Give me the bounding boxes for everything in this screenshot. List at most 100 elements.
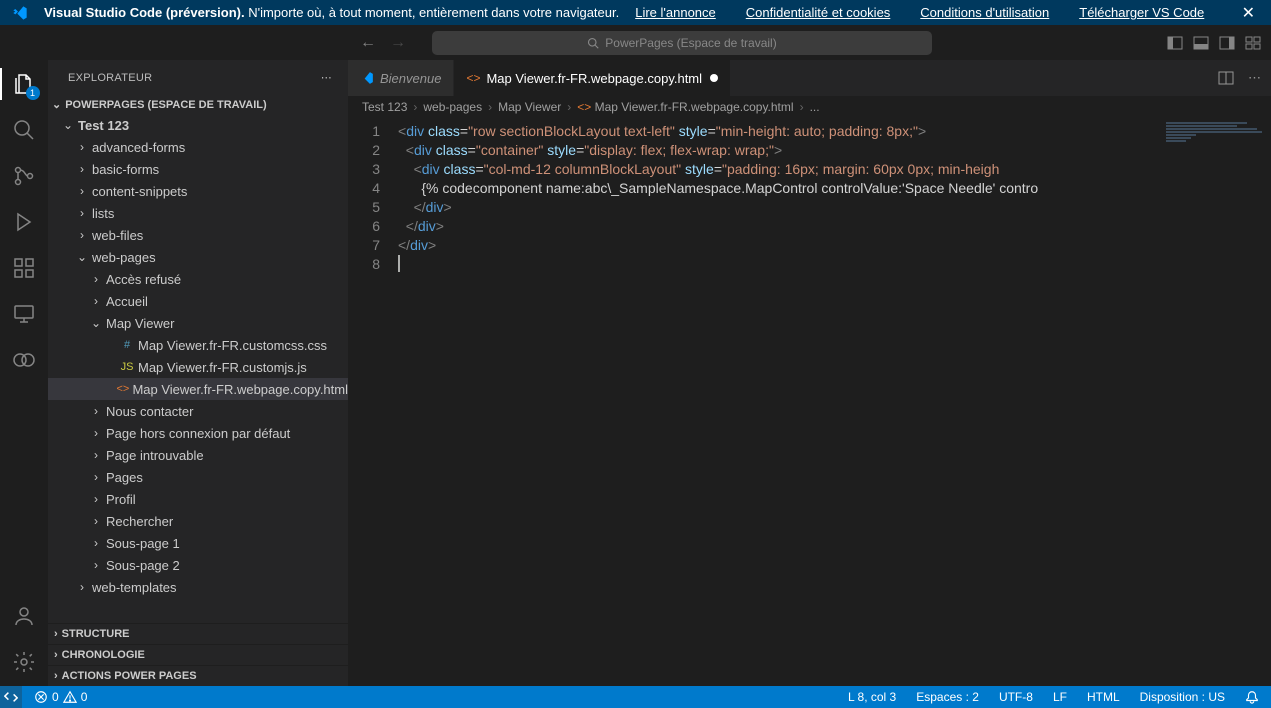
folder-item[interactable]: ›advanced-forms — [48, 136, 348, 158]
folder-item[interactable]: ›lists — [48, 202, 348, 224]
breadcrumb[interactable]: Test 123›web-pages›Map Viewer›<> Map Vie… — [348, 96, 1271, 118]
folder-item[interactable]: ⌄web-pages — [48, 246, 348, 268]
folder-item[interactable]: ›content-snippets — [48, 180, 348, 202]
tree-item-label: Page hors connexion par défaut — [104, 426, 290, 441]
nav-arrows: ← → — [360, 34, 406, 52]
nav-forward-icon[interactable]: → — [390, 34, 406, 52]
layout-sidebar-left-icon[interactable] — [1167, 35, 1183, 51]
breadcrumb-item[interactable]: <> Map Viewer.fr-FR.webpage.copy.html — [577, 100, 793, 114]
file-item[interactable]: #Map Viewer.fr-FR.customcss.css — [48, 334, 348, 356]
sidebar-section-header[interactable]: ›CHRONOLOGIE — [48, 644, 348, 665]
file-item[interactable]: JSMap Viewer.fr-FR.customjs.js — [48, 356, 348, 378]
tree-item-label: web-pages — [90, 250, 156, 265]
chevron-right-icon: › — [88, 426, 104, 440]
line-gutter: 12345678 — [348, 118, 398, 686]
breadcrumb-item[interactable]: ... — [810, 100, 820, 114]
folder-item[interactable]: ›web-templates — [48, 576, 348, 598]
tree-item-label: lists — [90, 206, 114, 221]
html-file-icon: <> — [466, 71, 480, 85]
layout-customize-icon[interactable] — [1245, 35, 1261, 51]
chevron-right-icon: › — [74, 162, 90, 176]
activity-explorer-icon[interactable]: 1 — [10, 70, 38, 98]
sidebar-more-icon[interactable]: ⋯ — [321, 71, 332, 84]
editor-more-icon[interactable]: ⋯ — [1248, 70, 1261, 86]
breadcrumb-item[interactable]: web-pages — [423, 100, 482, 114]
folder-item[interactable]: ›Nous contacter — [48, 400, 348, 422]
status-notifications-icon[interactable] — [1241, 690, 1263, 704]
chevron-right-icon: › — [74, 184, 90, 198]
sidebar-section-header[interactable]: ›ACTIONS POWER PAGES — [48, 665, 348, 686]
search-icon — [587, 37, 599, 49]
folder-item[interactable]: ›Accès refusé — [48, 268, 348, 290]
activity-search-icon[interactable] — [10, 116, 38, 144]
status-problems[interactable]: 0 0 — [30, 690, 91, 704]
code-lines[interactable]: <div class="row sectionBlockLayout text-… — [398, 118, 1161, 686]
chevron-right-icon: › — [88, 514, 104, 528]
activity-settings-icon[interactable] — [10, 648, 38, 676]
activity-account-icon[interactable] — [10, 602, 38, 630]
breadcrumb-item[interactable]: Map Viewer — [498, 100, 561, 114]
activity-powerpages-icon[interactable] — [10, 346, 38, 374]
banner-close-icon[interactable]: ✕ — [1238, 3, 1259, 23]
chevron-right-icon: › — [88, 272, 104, 286]
chevron-right-icon: › — [54, 649, 58, 661]
folder-item[interactable]: ›web-files — [48, 224, 348, 246]
file-item[interactable]: <>Map Viewer.fr-FR.webpage.copy.html — [48, 378, 348, 400]
banner-link[interactable]: Confidentialité et cookies — [746, 5, 891, 20]
minimap[interactable] — [1161, 118, 1271, 686]
status-eol[interactable]: LF — [1049, 690, 1071, 704]
folder-item[interactable]: ›Pages — [48, 466, 348, 488]
folder-item[interactable]: ›Rechercher — [48, 510, 348, 532]
status-keyboard-layout[interactable]: Disposition : US — [1136, 690, 1229, 704]
status-remote-icon[interactable] — [0, 686, 22, 708]
workspace-section-header[interactable]: ⌄ POWERPAGES (ESPACE DE TRAVAIL) — [48, 95, 348, 114]
layout-sidebar-right-icon[interactable] — [1219, 35, 1235, 51]
editor-tab[interactable]: <>Map Viewer.fr-FR.webpage.copy.html — [454, 60, 731, 96]
activity-extensions-icon[interactable] — [10, 254, 38, 282]
folder-item[interactable]: ›Sous-page 1 — [48, 532, 348, 554]
layout-panel-icon[interactable] — [1193, 35, 1209, 51]
tree-item-label: Map Viewer — [104, 316, 174, 331]
folder-item[interactable]: ›basic-forms — [48, 158, 348, 180]
tab-actions: ⋯ — [1208, 60, 1271, 96]
activity-debug-icon[interactable] — [10, 208, 38, 236]
banner-link[interactable]: Conditions d'utilisation — [920, 5, 1049, 20]
status-indent[interactable]: Espaces : 2 — [912, 690, 983, 704]
banner-link[interactable]: Télécharger VS Code — [1079, 5, 1204, 20]
vscode-icon — [360, 71, 374, 85]
chevron-right-icon: › — [74, 580, 90, 594]
tree-item-label: Accès refusé — [104, 272, 181, 287]
folder-item[interactable]: ›Profil — [48, 488, 348, 510]
banner-link[interactable]: Lire l'annonce — [635, 5, 716, 20]
split-editor-icon[interactable] — [1218, 70, 1234, 86]
breadcrumb-item[interactable]: Test 123 — [362, 100, 407, 114]
tree-item-label: Map Viewer.fr-FR.webpage.copy.html — [130, 382, 348, 397]
banner-links: Lire l'annonce Confidentialité et cookies… — [635, 5, 1204, 20]
activity-remote-explorer-icon[interactable] — [10, 300, 38, 328]
status-language[interactable]: HTML — [1083, 690, 1124, 704]
file-tree: ⌄Test 123›advanced-forms›basic-forms›con… — [48, 114, 348, 623]
code-editor[interactable]: 12345678 <div class="row sectionBlockLay… — [348, 118, 1271, 686]
sidebar-section-header[interactable]: ›STRUCTURE — [48, 623, 348, 644]
vscode-logo-icon — [12, 5, 28, 21]
folder-item[interactable]: ›Page hors connexion par défaut — [48, 422, 348, 444]
file-type-icon: <> — [115, 383, 130, 395]
file-type-icon: # — [118, 339, 136, 351]
chevron-right-icon: › — [74, 140, 90, 154]
nav-back-icon[interactable]: ← — [360, 34, 376, 52]
chevron-right-icon: › — [88, 536, 104, 550]
folder-item[interactable]: ⌄Map Viewer — [48, 312, 348, 334]
activity-scm-icon[interactable] — [10, 162, 38, 190]
folder-item[interactable]: ›Sous-page 2 — [48, 554, 348, 576]
status-encoding[interactable]: UTF-8 — [995, 690, 1037, 704]
folder-item[interactable]: ›Accueil — [48, 290, 348, 312]
status-cursor-position[interactable]: L 8, col 3 — [844, 690, 900, 704]
command-center[interactable]: PowerPages (Espace de travail) — [432, 31, 932, 55]
editor-tab[interactable]: Bienvenue — [348, 60, 454, 96]
chevron-down-icon: ⌄ — [52, 98, 61, 111]
explorer-badge: 1 — [26, 86, 40, 100]
chevron-right-icon: › — [88, 492, 104, 506]
chevron-down-icon: ⌄ — [88, 316, 104, 330]
folder-item[interactable]: ⌄Test 123 — [48, 114, 348, 136]
folder-item[interactable]: ›Page introuvable — [48, 444, 348, 466]
